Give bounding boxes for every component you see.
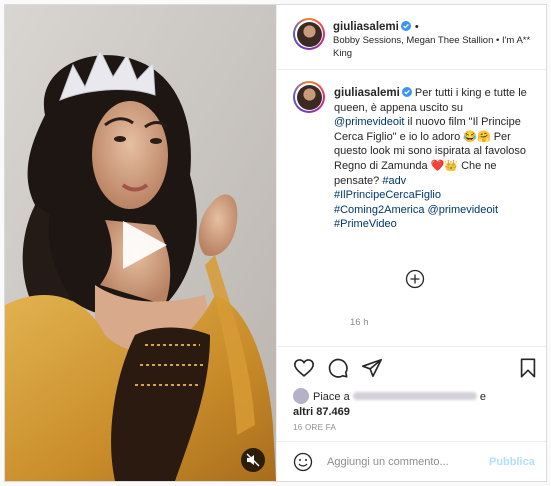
header-dot: • [414,21,419,33]
liker-username-blurred[interactable] [352,392,477,400]
play-icon [123,221,167,269]
likes-and: e [479,391,486,403]
comment-input[interactable] [327,452,477,472]
likes-summary: Piace a e altri 87.469 [293,388,533,420]
paper-plane-icon [362,358,382,378]
hashtag-adv[interactable]: #adv [382,175,406,187]
comment-button[interactable] [327,357,349,379]
caption-time: 16 h [350,317,369,328]
liker-avatar[interactable] [293,388,309,404]
likes-prefix: Piace a [313,391,350,403]
mention-primevideoit-2[interactable]: @primevideoit [428,204,498,216]
header-user: giuliasalemi • [333,17,419,35]
hashtag-ilprincipecercafiglio[interactable]: #IlPrincipeCercaFiglio [334,189,441,201]
plus-circle-icon [405,269,425,289]
caption-text: giuliasalemi Per tutti i king e tutte le… [334,86,534,232]
emoji-button[interactable] [293,452,313,472]
hashtag-primevideo[interactable]: #PrimeVideo [334,218,397,230]
share-button[interactable] [361,357,383,379]
play-button[interactable] [115,217,171,273]
post-sidebar: giuliasalemi • Bobby Sessions, Megan Thee… [276,5,546,481]
mute-button[interactable] [241,448,265,472]
mention-primevideoit[interactable]: @primevideoit [334,116,404,128]
likes-count-link[interactable]: altri 87.469 [293,406,350,418]
username-link[interactable]: giuliasalemi [333,21,399,33]
caption-username-link[interactable]: giuliasalemi [334,87,400,99]
bookmark-icon [520,358,536,378]
speaker-muted-icon [246,453,260,467]
smiley-icon [293,452,313,472]
post-actions [277,346,546,383]
publish-button[interactable]: Pubblica [489,456,535,468]
comment-bar: Pubblica [277,441,546,481]
post-video[interactable] [5,5,276,481]
caption-avatar[interactable] [293,81,325,113]
post-date: 16 ORE FA [293,423,337,432]
heart-icon [294,359,314,377]
post-header: giuliasalemi • Bobby Sessions, Megan Thee… [277,5,546,70]
like-button[interactable] [293,357,315,379]
load-more-comments-button[interactable] [405,269,425,289]
hashtag-coming2america[interactable]: #Coming2America [334,204,424,216]
verified-badge-icon [401,87,412,97]
audio-track-link[interactable]: Bobby Sessions, Megan Thee Stallion • I'… [333,34,538,60]
verified-badge-icon [400,21,411,31]
comment-icon [328,358,348,378]
save-button[interactable] [517,357,539,379]
avatar[interactable] [293,18,325,50]
instagram-post: giuliasalemi • Bobby Sessions, Megan Thee… [4,4,547,482]
